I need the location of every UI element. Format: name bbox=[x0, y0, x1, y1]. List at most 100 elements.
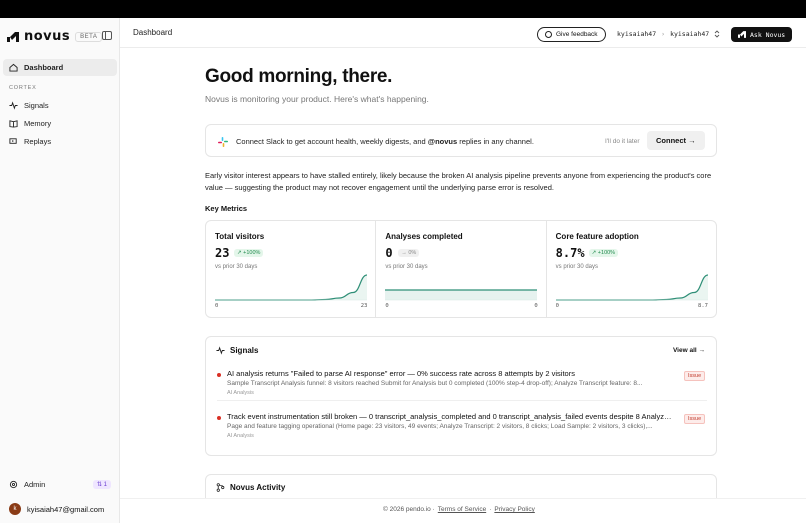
pulse-icon bbox=[9, 101, 18, 110]
connect-slack-button[interactable]: Connect → bbox=[647, 131, 705, 150]
brand-name: novus bbox=[24, 29, 71, 44]
chevron-updown-icon bbox=[714, 30, 720, 38]
trend-line bbox=[215, 274, 367, 301]
sidebar-item-label: Signals bbox=[24, 101, 49, 110]
footer: © 2026 pendo.io · Terms of Service · Pri… bbox=[120, 498, 806, 523]
metric-axis-start: 0 bbox=[215, 303, 219, 309]
metric-comparison: vs prior 30 days bbox=[215, 264, 258, 270]
section-label-cortex: CORTEX bbox=[9, 85, 37, 91]
key-metrics-panel: Total visitors 23 ↗ +100% vs prior 30 da… bbox=[205, 220, 717, 318]
terms-link[interactable]: Terms of Service bbox=[438, 506, 486, 513]
ai-summary: Early visitor interest appears to have s… bbox=[205, 171, 712, 192]
book-icon bbox=[9, 120, 18, 128]
metric-change-badge: ↗ +100% bbox=[234, 249, 264, 257]
home-icon bbox=[9, 63, 18, 72]
signal-description: Sample Transcript Analysis funnel: 8 vis… bbox=[227, 380, 643, 387]
signal-title: AI analysis returns "Failed to parse AI … bbox=[227, 369, 575, 378]
do-it-later-link[interactable]: I'll do it later bbox=[605, 138, 639, 145]
admin-badge[interactable]: ⇅ 1 bbox=[92, 480, 111, 489]
metric-trend-chart bbox=[385, 289, 538, 301]
give-feedback-button[interactable]: Give feedback bbox=[537, 27, 606, 42]
metric-axis-start: 0 bbox=[385, 303, 389, 309]
signals-panel: Signals View all → AI analysis returns "… bbox=[205, 336, 717, 456]
signal-category: AI Analysis bbox=[227, 390, 254, 396]
signals-title: Signals bbox=[230, 346, 259, 355]
metric-change-badge: ↗ +100% bbox=[588, 249, 619, 257]
signals-header: Signals bbox=[216, 346, 258, 355]
novus-logo-icon bbox=[7, 31, 19, 42]
sidebar-collapse-icon[interactable] bbox=[102, 31, 112, 40]
slack-text-part: replies in any channel. bbox=[457, 137, 534, 146]
sidebar-item-signals[interactable]: Signals bbox=[3, 97, 117, 114]
severity-dot bbox=[217, 416, 221, 420]
signal-title: Track event instrumentation still broken… bbox=[227, 412, 674, 421]
sidebar-item-replays[interactable]: Replays bbox=[3, 133, 117, 150]
severity-dot bbox=[217, 373, 221, 377]
git-branch-icon bbox=[216, 483, 225, 492]
brand[interactable]: novus BETA bbox=[7, 29, 103, 44]
sidebar-item-admin[interactable]: Admin ⇅ 1 bbox=[3, 476, 117, 493]
slack-text-part: Connect Slack to get account health, wee… bbox=[236, 137, 428, 146]
sidebar-item-memory[interactable]: Memory bbox=[3, 115, 117, 132]
signal-category: AI Analysis bbox=[227, 433, 254, 439]
trend-line bbox=[555, 274, 708, 301]
user-email: kyisaiah47@gmail.com bbox=[27, 504, 105, 514]
status-badge: Issue bbox=[684, 414, 706, 424]
metric-comparison: vs prior 30 days bbox=[385, 264, 428, 270]
main-content: Good morning, there. Novus is monitoring… bbox=[120, 48, 806, 508]
metric-comparison: vs prior 30 days bbox=[555, 264, 599, 270]
breadcrumb: Dashboard bbox=[133, 28, 173, 37]
metric-axis-end: 0 bbox=[534, 303, 538, 309]
app-window: novus BETA Dashboard CORTEX Signals Memo… bbox=[0, 18, 806, 523]
trend-area bbox=[385, 290, 538, 300]
replay-icon bbox=[9, 138, 17, 144]
novus-logo-icon bbox=[738, 31, 746, 38]
page-title: Good morning, there. bbox=[205, 66, 393, 87]
metric-title: Core feature adoption bbox=[555, 232, 639, 241]
user-menu[interactable]: k kyisaiah47@gmail.com bbox=[9, 503, 104, 515]
sidebar-item-label: Dashboard bbox=[24, 63, 64, 72]
avatar: k bbox=[9, 503, 21, 515]
metric-value: 0 bbox=[385, 246, 393, 260]
metric-card[interactable]: Total visitors 23 ↗ +100% vs prior 30 da… bbox=[206, 221, 377, 317]
slack-message: Connect Slack to get account health, wee… bbox=[236, 137, 534, 146]
ask-novus-label: Ask Novus bbox=[750, 30, 786, 39]
ask-novus-button[interactable]: Ask Novus bbox=[731, 27, 793, 42]
metric-change-badge: → 0% bbox=[398, 249, 420, 257]
pulse-icon bbox=[216, 346, 225, 355]
workspace-switcher[interactable]: kyisaiah47 › kyisaiah47 bbox=[617, 30, 720, 38]
gear-icon bbox=[9, 480, 18, 489]
beta-badge: BETA bbox=[75, 31, 103, 42]
metric-trend-chart bbox=[215, 274, 367, 301]
sidebar-item-label: Admin bbox=[24, 480, 46, 489]
metric-axis-end: 8.7 bbox=[698, 303, 708, 309]
feedback-label: Give feedback bbox=[556, 31, 598, 38]
metric-trend-chart bbox=[555, 274, 708, 301]
slack-icon bbox=[218, 137, 228, 147]
sidebar: novus BETA Dashboard CORTEX Signals Memo… bbox=[0, 18, 120, 523]
sidebar-item-dashboard[interactable]: Dashboard bbox=[3, 59, 117, 76]
status-badge: Issue bbox=[684, 371, 706, 381]
slack-handle: @novus bbox=[427, 137, 458, 146]
metric-axis-start: 0 bbox=[555, 303, 559, 309]
project-name: kyisaiah47 bbox=[670, 30, 710, 38]
activity-title: Novus Activity bbox=[230, 483, 286, 492]
breadcrumb-separator: › bbox=[661, 30, 666, 38]
privacy-link[interactable]: Privacy Policy bbox=[494, 506, 534, 513]
slack-connect-card: Connect Slack to get account health, wee… bbox=[205, 124, 717, 157]
view-all-signals-link[interactable]: View all → bbox=[673, 347, 705, 354]
key-metrics-title: Key Metrics bbox=[205, 204, 248, 213]
window-top-bar bbox=[0, 0, 806, 18]
metric-title: Analyses completed bbox=[385, 232, 463, 241]
copyright: © 2026 pendo.io · bbox=[383, 506, 435, 513]
footer-separator: · bbox=[489, 506, 492, 513]
page-subtitle: Novus is monitoring your product. Here's… bbox=[205, 94, 429, 104]
activity-header: Novus Activity bbox=[216, 483, 285, 492]
top-header: Dashboard Give feedback kyisaiah47 › kyi… bbox=[120, 18, 806, 48]
metric-card[interactable]: Analyses completed 0 → 0% vs prior 30 da… bbox=[376, 221, 547, 317]
signal-description: Page and feature tagging operational (Ho… bbox=[227, 423, 653, 430]
metric-title: Total visitors bbox=[215, 232, 265, 241]
sidebar-item-label: Memory bbox=[24, 119, 52, 128]
metric-card[interactable]: Core feature adoption 8.7% ↗ +100% vs pr… bbox=[547, 221, 716, 317]
chat-bubble-icon bbox=[545, 31, 552, 38]
